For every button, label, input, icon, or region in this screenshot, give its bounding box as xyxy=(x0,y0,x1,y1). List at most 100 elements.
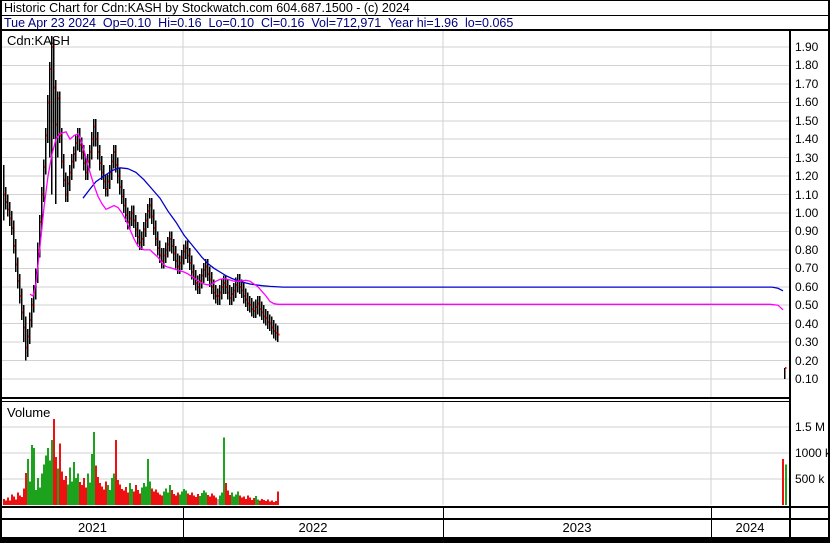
price-bar xyxy=(267,311,269,329)
volume-bar xyxy=(253,498,255,505)
volume-bar xyxy=(105,482,107,505)
volume-bar xyxy=(55,457,57,505)
stockwatch-historic-chart: Historic Chart for Cdn:KASH by Stockwatc… xyxy=(0,0,830,543)
volume-bar xyxy=(207,495,209,505)
volume-bar xyxy=(127,493,129,505)
ma-long-line xyxy=(83,168,783,291)
price-bar xyxy=(43,160,45,202)
volume-bar xyxy=(139,494,141,505)
final-volume-bar xyxy=(782,459,784,505)
volume-bar xyxy=(205,493,207,505)
volume-bar xyxy=(11,495,13,505)
ma-short-line xyxy=(30,132,783,310)
volume-bar xyxy=(47,448,49,505)
price-bar xyxy=(49,62,51,158)
volume-bar xyxy=(87,473,89,505)
volume-bar xyxy=(189,495,191,505)
volume-bar xyxy=(267,499,269,505)
volume-bar xyxy=(43,464,45,505)
volume-bar xyxy=(169,485,171,505)
price-bar xyxy=(101,156,103,180)
volume-bar xyxy=(81,485,83,505)
price-bar xyxy=(91,132,93,160)
volume-bar xyxy=(263,500,265,505)
price-bar xyxy=(273,320,275,338)
price-bar xyxy=(219,285,221,305)
volume-bar xyxy=(163,491,165,505)
price-bar xyxy=(175,246,177,268)
volume-bar xyxy=(231,493,233,505)
volume-bar xyxy=(145,486,147,505)
price-bar xyxy=(187,241,189,263)
volume-bar xyxy=(197,494,199,505)
volume-bar xyxy=(97,477,99,505)
volume-bar xyxy=(209,497,211,505)
volume-bar xyxy=(151,488,153,505)
price-bar xyxy=(5,187,7,209)
volume-bar xyxy=(83,478,85,505)
volume-bar xyxy=(31,445,33,505)
left-border xyxy=(0,0,2,543)
volume-bar xyxy=(111,478,113,505)
price-bar xyxy=(67,176,69,202)
year-divider xyxy=(183,508,184,537)
volume-bar xyxy=(261,499,263,505)
volume-bar xyxy=(19,496,21,505)
volume-bar xyxy=(7,498,9,505)
volume-bar xyxy=(49,460,51,505)
volume-bar xyxy=(59,444,61,505)
volume-bar xyxy=(51,440,53,505)
volume-bar xyxy=(159,495,161,505)
volume-bar xyxy=(21,497,23,505)
price-bar xyxy=(29,313,31,344)
price-bar xyxy=(131,206,133,226)
volume-bar xyxy=(191,493,193,505)
volume-bar xyxy=(251,500,253,505)
volume-bar xyxy=(85,487,87,505)
volume-bar xyxy=(173,494,175,505)
price-bar xyxy=(7,195,9,217)
volume-bar xyxy=(143,483,145,505)
volume-bar xyxy=(63,480,65,505)
price-bar xyxy=(169,231,171,251)
price-bar xyxy=(181,250,183,270)
volume-bar xyxy=(219,496,221,505)
volume-bar xyxy=(165,488,167,505)
price-bar xyxy=(19,274,21,304)
volume-bar xyxy=(75,478,77,505)
price-bar xyxy=(157,231,159,255)
volume-bar xyxy=(175,496,177,505)
volume-bar xyxy=(37,478,39,505)
price-bar xyxy=(221,279,223,299)
volume-bar xyxy=(149,482,151,505)
price-axis-line xyxy=(789,31,791,537)
price-bar xyxy=(161,248,163,268)
price-bar xyxy=(111,154,113,180)
volume-bar xyxy=(153,491,155,505)
price-bar xyxy=(145,213,147,237)
price-bar xyxy=(51,36,53,195)
price-bar xyxy=(61,128,63,169)
volume-bar xyxy=(117,480,119,505)
price-bar xyxy=(109,165,111,189)
price-bar xyxy=(21,289,23,320)
volume-bar xyxy=(131,489,133,505)
price-bar xyxy=(171,231,173,253)
volume-bar xyxy=(275,501,277,505)
volume-bar xyxy=(67,485,69,505)
volume-bar xyxy=(103,489,105,505)
volume-bar xyxy=(141,487,143,505)
volume-bar xyxy=(147,459,149,505)
volume-bar xyxy=(181,491,183,505)
price-bar xyxy=(75,136,77,162)
volume-bar xyxy=(57,469,59,505)
volume-bar xyxy=(71,482,73,505)
volume-bar xyxy=(247,496,249,505)
price-bar xyxy=(167,237,169,257)
volume-baseline xyxy=(0,506,830,508)
volume-bar xyxy=(199,496,201,505)
price-bar xyxy=(115,145,117,173)
volume-bar xyxy=(223,437,225,505)
volume-bar xyxy=(135,485,137,505)
price-bar xyxy=(11,211,13,235)
